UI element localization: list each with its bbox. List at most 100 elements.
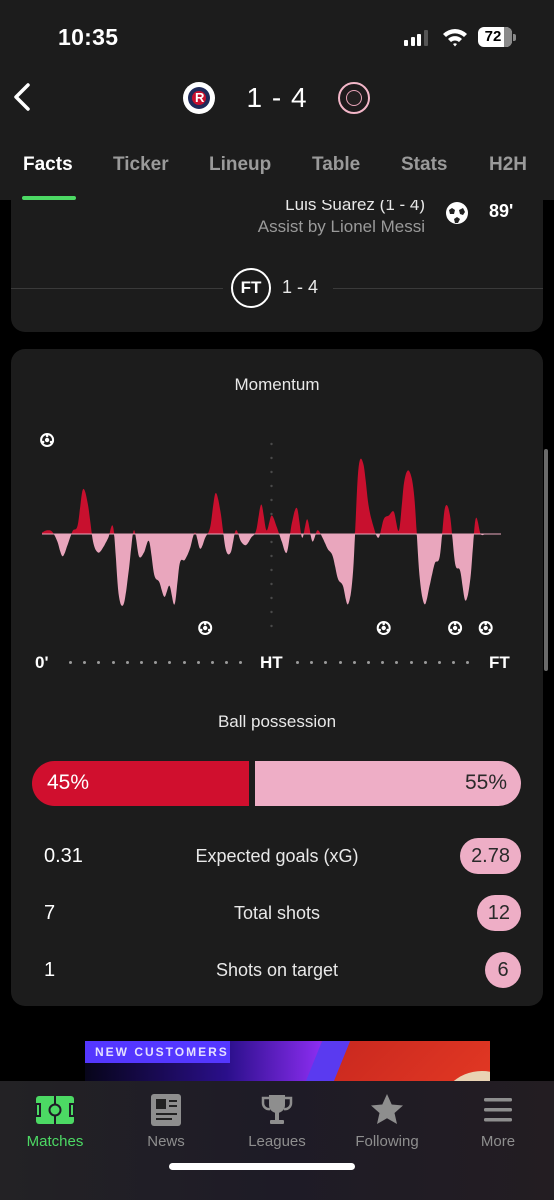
tabbar-label: Leagues	[248, 1133, 306, 1150]
active-tab-indicator	[22, 196, 76, 200]
timeline-dot	[211, 661, 214, 664]
halftime-marker-dot	[270, 470, 273, 474]
timeline-dot	[125, 661, 129, 664]
tab-table[interactable]: Table	[312, 154, 360, 176]
timeline-dot	[310, 661, 314, 664]
possession-bar: 45% 55%	[32, 761, 521, 806]
timeline-dot	[196, 661, 200, 664]
tab-ticker[interactable]: Ticker	[113, 154, 169, 176]
home-indicator	[169, 1163, 355, 1170]
timeline-dot	[409, 661, 413, 664]
stat-away-value: 6	[485, 952, 521, 988]
momentum-chart[interactable]	[11, 419, 543, 649]
halftime-marker-dot	[270, 624, 273, 628]
timeline-dot	[381, 661, 385, 664]
timeline-dot	[225, 661, 229, 664]
divider-line	[333, 288, 543, 289]
timeline-dot	[182, 661, 186, 664]
tabbar-following[interactable]: Following	[337, 1081, 437, 1151]
timeline-dot	[338, 661, 342, 664]
timeline-dot	[296, 661, 299, 664]
cellular-signal-icon	[404, 30, 428, 46]
timeline-dot	[168, 661, 172, 664]
possession-title: Ball possession	[217, 712, 337, 731]
ad-tag: NEW CUSTOMERS	[85, 1041, 230, 1063]
timeline-half-label: HT	[260, 653, 283, 672]
status-time: 10:35	[58, 24, 119, 50]
halftime-marker-dot	[270, 512, 273, 516]
event-minute: 89'	[489, 201, 514, 221]
stat-row-total-shots: 7 Total shots 12	[11, 895, 543, 933]
timeline-dot	[97, 661, 101, 664]
halftime-marker-dot	[270, 540, 273, 544]
stat-label: Total shots	[233, 903, 321, 923]
tabbar-label: Matches	[26, 1133, 84, 1150]
halftime-marker-dot	[270, 484, 273, 488]
halftime-marker-dot	[270, 456, 273, 460]
away-goal-icon	[478, 621, 493, 635]
tab-h2h[interactable]: H2H	[489, 154, 527, 176]
event-assist: Assist by Lionel Messi	[257, 217, 425, 236]
possession-away: 55%	[255, 761, 521, 806]
timeline-dot	[83, 661, 87, 664]
scrollbar[interactable]	[544, 449, 548, 671]
timeline-dot	[239, 661, 243, 664]
stat-row-shots-on-target: 1 Shots on target 6	[11, 952, 543, 990]
ft-badge: FT	[231, 268, 271, 308]
tab-stats[interactable]: Stats	[401, 154, 447, 176]
tabbar-matches[interactable]: Matches	[5, 1081, 105, 1151]
halftime-marker-dot	[270, 554, 273, 558]
tabbar-label: News	[147, 1133, 185, 1150]
momentum-timeline: 0' HT FT	[11, 649, 543, 679]
bottom-tab-bar: Matches News Leagues Following More	[0, 1081, 554, 1200]
home-goal-icon	[40, 433, 55, 447]
timeline-dot	[423, 661, 427, 664]
full-time-divider: FT 1 - 4	[11, 266, 543, 310]
halftime-marker-dot	[270, 596, 273, 600]
tab-facts[interactable]: Facts	[23, 154, 73, 176]
tabbar-leagues[interactable]: Leagues	[227, 1081, 327, 1151]
timeline-dot	[324, 661, 328, 664]
away-goal-icon	[448, 621, 463, 635]
away-goal-icon	[198, 621, 213, 635]
halftime-marker-dot	[270, 582, 273, 586]
match-stats-card: Momentum 0' HT FT Ball possession 45% 55…	[11, 349, 543, 1006]
timeline-dot	[154, 661, 158, 664]
menu-icon	[484, 1098, 512, 1122]
timeline-dot	[140, 661, 143, 664]
timeline-dot	[111, 661, 115, 664]
timeline-end-label: FT	[489, 653, 510, 672]
status-bar: 10:35 72	[0, 0, 554, 70]
timeline-dot	[452, 661, 456, 664]
trophy-icon	[261, 1095, 293, 1124]
tab-lineup[interactable]: Lineup	[209, 154, 271, 176]
battery-level: 72	[484, 28, 502, 45]
inter-miami-logo[interactable]	[338, 82, 370, 114]
momentum-title: Momentum	[234, 375, 320, 394]
pitch-icon	[35, 1096, 75, 1124]
tabbar-more[interactable]: More	[448, 1081, 548, 1151]
halftime-marker-dot	[270, 442, 273, 446]
away-goal-icon	[376, 621, 391, 635]
battery-tip	[513, 34, 516, 41]
stat-away-value: 12	[476, 895, 521, 931]
wifi-icon	[443, 29, 467, 47]
divider-line	[11, 288, 223, 289]
possession-home-value: 45%	[47, 771, 90, 794]
tabbar-label: More	[480, 1133, 516, 1150]
tabbar-news[interactable]: News	[116, 1081, 216, 1151]
possession-home: 45%	[32, 761, 250, 806]
match-tabs: Facts Ticker Lineup Table Stats H2H	[0, 150, 554, 200]
halftime-marker-dot	[270, 610, 273, 614]
tabbar-label: Following	[355, 1133, 419, 1150]
stat-away-value: 2.78	[460, 838, 521, 874]
stat-label: Shots on target	[215, 960, 339, 980]
stat-row-xg: 0.31 Expected goals (xG) 2.78	[11, 838, 543, 876]
possession-away-value: 55%	[464, 771, 507, 794]
timeline-dot	[466, 661, 470, 664]
ft-score: 1 - 4	[282, 277, 319, 297]
timeline-dot	[352, 661, 356, 664]
halftime-marker-dot	[270, 568, 273, 572]
soccer-ball-icon	[446, 202, 468, 224]
timeline-dot	[69, 661, 72, 664]
